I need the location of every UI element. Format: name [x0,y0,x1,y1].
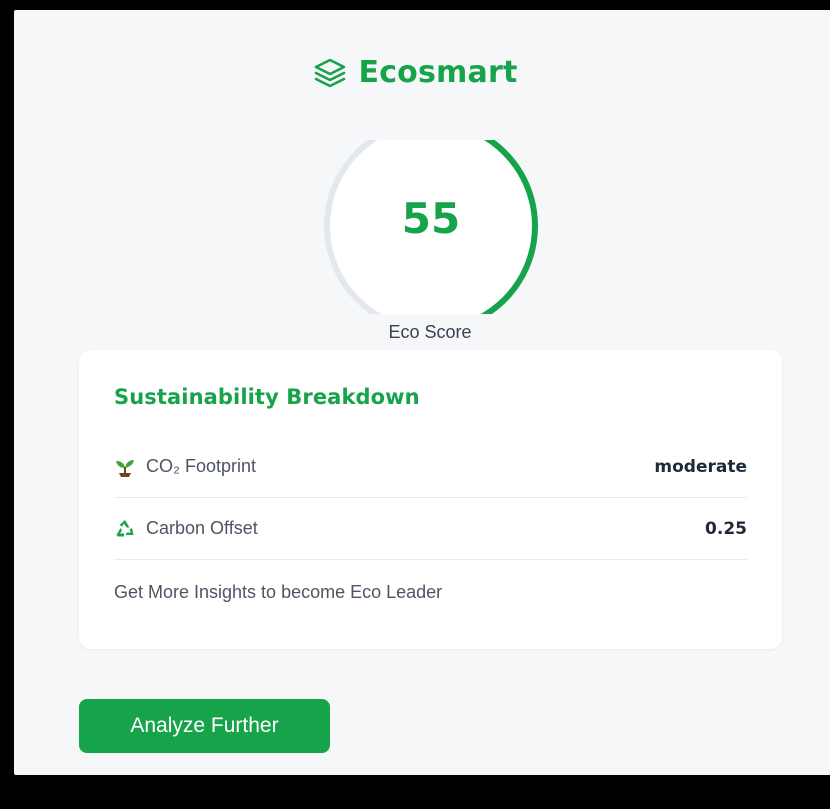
eco-score-value: 55 [401,194,461,243]
breakdown-title: Sustainability Breakdown [114,385,420,409]
recycle-icon [116,519,134,536]
carbon-offset-value: 0.25 [705,518,747,539]
eco-score-label: Eco Score [388,322,472,342]
seedling-icon [116,459,134,477]
insights-prompt: Get More Insights to become Eco Leader [114,582,443,602]
carbon-offset-row: Carbon Offset 0.25 [114,498,747,560]
analyze-further-button[interactable]: Analyze Further [79,699,330,753]
carbon-offset-label: Carbon Offset [146,518,258,538]
co2-footprint-value: moderate [654,456,747,477]
layers-icon [314,58,345,88]
sustainability-breakdown-card: Sustainability Breakdown CO₂ Footprint m… [79,350,782,649]
app-title: Ecosmart [358,55,518,90]
co2-footprint-label: CO₂ Footprint [146,456,257,476]
co2-footprint-row: CO₂ Footprint moderate [114,436,747,498]
app-header: Ecosmart [0,56,830,90]
